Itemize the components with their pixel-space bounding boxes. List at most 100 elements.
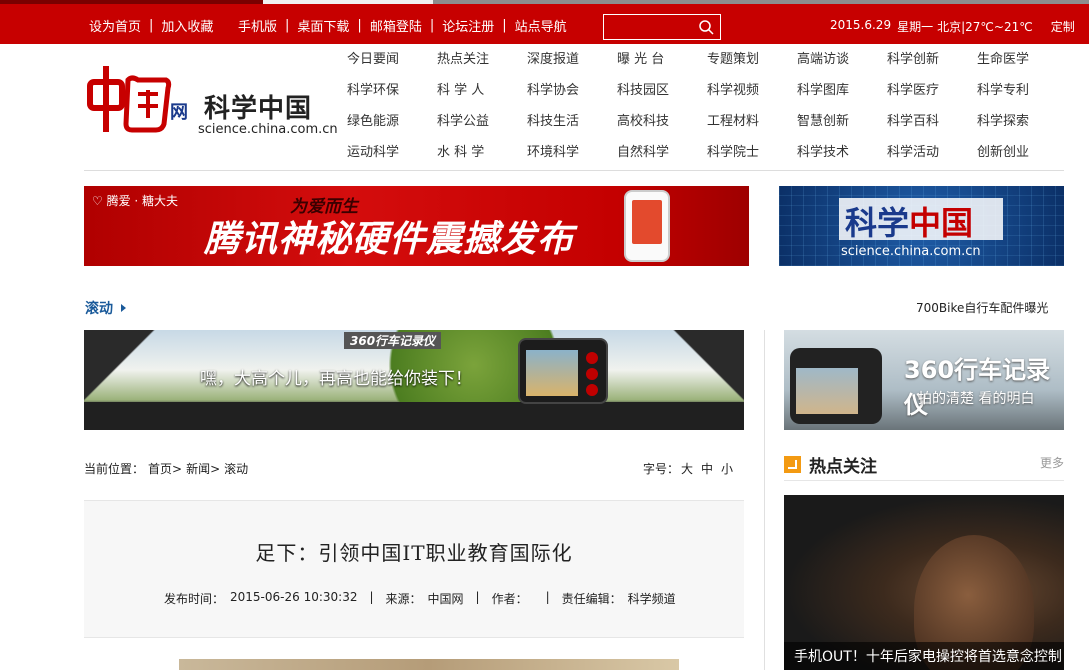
more-link[interactable]: 更多 <box>1040 454 1064 471</box>
divider: | <box>429 18 435 33</box>
nav-item[interactable]: 科学探索 <box>977 112 1067 143</box>
search-box <box>603 14 721 40</box>
ad-headline-a: 腾讯神秘硬件 <box>204 219 427 260</box>
nav-item[interactable]: 科学医疗 <box>887 81 977 112</box>
ad2-url: science.china.com.cn <box>841 244 981 259</box>
site-nav-link[interactable]: 站点导航 <box>515 16 567 35</box>
author-label: 作者： <box>491 592 528 606</box>
divider: | <box>285 18 290 33</box>
article-meta: 发布时间： 2015-06-26 10:30:32 | 来源： 中国网 | 作者… <box>164 590 676 607</box>
date-weather: 2015.6.29 星期一 北京|27℃~21℃ 定制 <box>830 18 1075 35</box>
nav-item[interactable]: 科学视频 <box>707 81 797 112</box>
column-divider <box>764 330 765 670</box>
scroll-news-link[interactable]: 700Bike自行车配件曝光 <box>916 299 1048 316</box>
nav-item[interactable]: 高端访谈 <box>797 50 887 81</box>
search-icon[interactable] <box>698 19 714 35</box>
ad2-title-a: 科学 <box>845 204 910 242</box>
divider: | <box>475 590 480 604</box>
nav-item[interactable]: 深度报道 <box>527 50 617 81</box>
breadcrumb-scroll[interactable]: 滚动 <box>224 460 248 477</box>
ad2-title-b: 中国 <box>909 204 974 242</box>
nav-item[interactable]: 科技园区 <box>617 81 707 112</box>
logo-url: science.china.com.cn <box>198 122 338 137</box>
hot-focus-header: 热点关注 更多 <box>784 452 1064 477</box>
font-medium-button[interactable]: 中 <box>701 460 713 477</box>
font-large-button[interactable]: 大 <box>681 460 693 477</box>
customize-link[interactable]: 定制 <box>1051 18 1075 35</box>
breadcrumb-home[interactable]: 首页> <box>148 460 182 477</box>
add-favorite-link[interactable]: 加入收藏 <box>161 16 213 35</box>
scroll-label-text: 滚动 <box>85 301 113 317</box>
logo-wang: 网 <box>170 102 188 123</box>
top-strip-highlight <box>263 0 433 4</box>
dashcam-side-ad[interactable]: 360行车记录仪 拍的清楚 看的明白 <box>784 330 1064 430</box>
nav-item[interactable]: 科学公益 <box>437 112 527 143</box>
nav-item[interactable]: 热点关注 <box>437 50 527 81</box>
article-header: 足下：引领中国IT职业教育国际化 发布时间： 2015-06-26 10:30:… <box>84 500 744 638</box>
china-logo-icon <box>87 66 172 133</box>
divider: | <box>357 18 362 33</box>
weekday-text: 星期一 <box>897 20 934 34</box>
nav-item[interactable]: 科学百科 <box>887 112 977 143</box>
publish-label: 发布时间： <box>164 592 225 606</box>
set-home-link[interactable]: 设为首页 <box>89 16 141 35</box>
hot-focus-image[interactable]: 手机OUT！十年后家电操控将首选意念控制 <box>784 495 1064 670</box>
editor-value: 科学频道 <box>627 592 676 606</box>
science-china-ad[interactable]: 科学中国 science.china.com.cn <box>779 186 1064 266</box>
nav-item[interactable]: 科学协会 <box>527 81 617 112</box>
nav-item[interactable]: 科学图库 <box>797 81 887 112</box>
source-value: 中国网 <box>427 592 464 606</box>
arrow-right-icon <box>121 304 126 312</box>
font-small-button[interactable]: 小 <box>721 460 733 477</box>
mobile-link[interactable]: 手机版 <box>238 16 277 35</box>
logo-name: 科学中国 <box>204 94 313 124</box>
dashcam-image <box>518 338 608 404</box>
banner-caption: 嘿，大高个儿，再高也能给你装下！ <box>200 369 472 389</box>
nav-item[interactable]: 科学创新 <box>887 50 977 81</box>
desktop-download-link[interactable]: 桌面下载 <box>297 16 349 35</box>
ad-headline: 腾讯神秘硬件震撼发布 <box>204 210 574 262</box>
nav-item[interactable]: 工程材料 <box>707 112 797 143</box>
mail-login-link[interactable]: 邮箱登陆 <box>370 16 422 35</box>
phone-image <box>624 190 670 262</box>
nav-item[interactable]: 生命医学 <box>977 50 1067 81</box>
channel-nav: 今日要闻 热点关注 深度报道曝 光 台专题策划 高端访谈 科学创新 生命医学科学环保科 学… <box>347 50 1067 174</box>
header-divider <box>84 170 1064 171</box>
top-links-mid: 手机版 | 桌面下载 | 邮箱登陆 | 论坛注册 | 站点导航 <box>238 16 567 35</box>
hot-focus-title: 热点关注 <box>809 457 877 477</box>
car-dashboard <box>84 402 744 430</box>
nav-item[interactable]: 科 学 人 <box>437 81 527 112</box>
nav-item[interactable]: 科学专利 <box>977 81 1067 112</box>
nav-item[interactable]: 科学环保 <box>347 81 437 112</box>
nav-item[interactable]: 科技生活 <box>527 112 617 143</box>
weather-text: 北京|27℃~21℃ <box>937 20 1033 34</box>
nav-item[interactable]: 智慧创新 <box>797 112 887 143</box>
divider: | <box>149 18 154 33</box>
nav-item[interactable]: 绿色能源 <box>347 112 437 143</box>
ad-brand: ♡ 腾爱 · 糖大夫 <box>92 194 179 208</box>
source-label: 来源： <box>385 592 422 606</box>
forum-register-link[interactable]: 论坛注册 <box>442 16 494 35</box>
breadcrumb: 当前位置： 首页> 新闻> 滚动 <box>84 460 248 477</box>
tencent-ad-banner[interactable]: ♡ 腾爱 · 糖大夫 为爱而生 腾讯神秘硬件震撼发布 <box>84 186 749 266</box>
date-text: 2015.6.29 <box>830 18 892 32</box>
font-size-label: 字号： <box>643 462 680 476</box>
banner-brand: 360行车记录仪 <box>344 332 442 349</box>
divider: | <box>369 590 374 604</box>
sidead-title: 360行车记录仪 <box>904 356 1051 419</box>
top-links-left: 设为首页 | 加入收藏 <box>89 16 213 35</box>
dashcam-banner-ad[interactable]: 360行车记录仪 嘿，大高个儿，再高也能给你装下！ <box>84 330 744 430</box>
hot-focus-caption[interactable]: 手机OUT！十年后家电操控将首选意念控制 <box>784 642 1064 670</box>
breadcrumb-news[interactable]: 新闻> <box>186 460 220 477</box>
search-input[interactable] <box>604 15 694 39</box>
editor-label: 责任编辑： <box>561 592 622 606</box>
nav-item[interactable]: 今日要闻 <box>347 50 437 81</box>
publish-time: 2015-06-26 10:30:32 <box>230 590 358 604</box>
nav-item[interactable]: 曝 光 台 <box>617 50 707 81</box>
nav-item[interactable]: 高校科技 <box>617 112 707 143</box>
ad-headline-b: 震撼发布 <box>426 219 575 260</box>
nav-item[interactable]: 专题策划 <box>707 50 797 81</box>
article-image <box>179 659 679 670</box>
site-logo[interactable]: 网 科学中国 science.china.com.cn <box>84 64 338 144</box>
scroll-label[interactable]: 滚动 <box>85 298 126 318</box>
